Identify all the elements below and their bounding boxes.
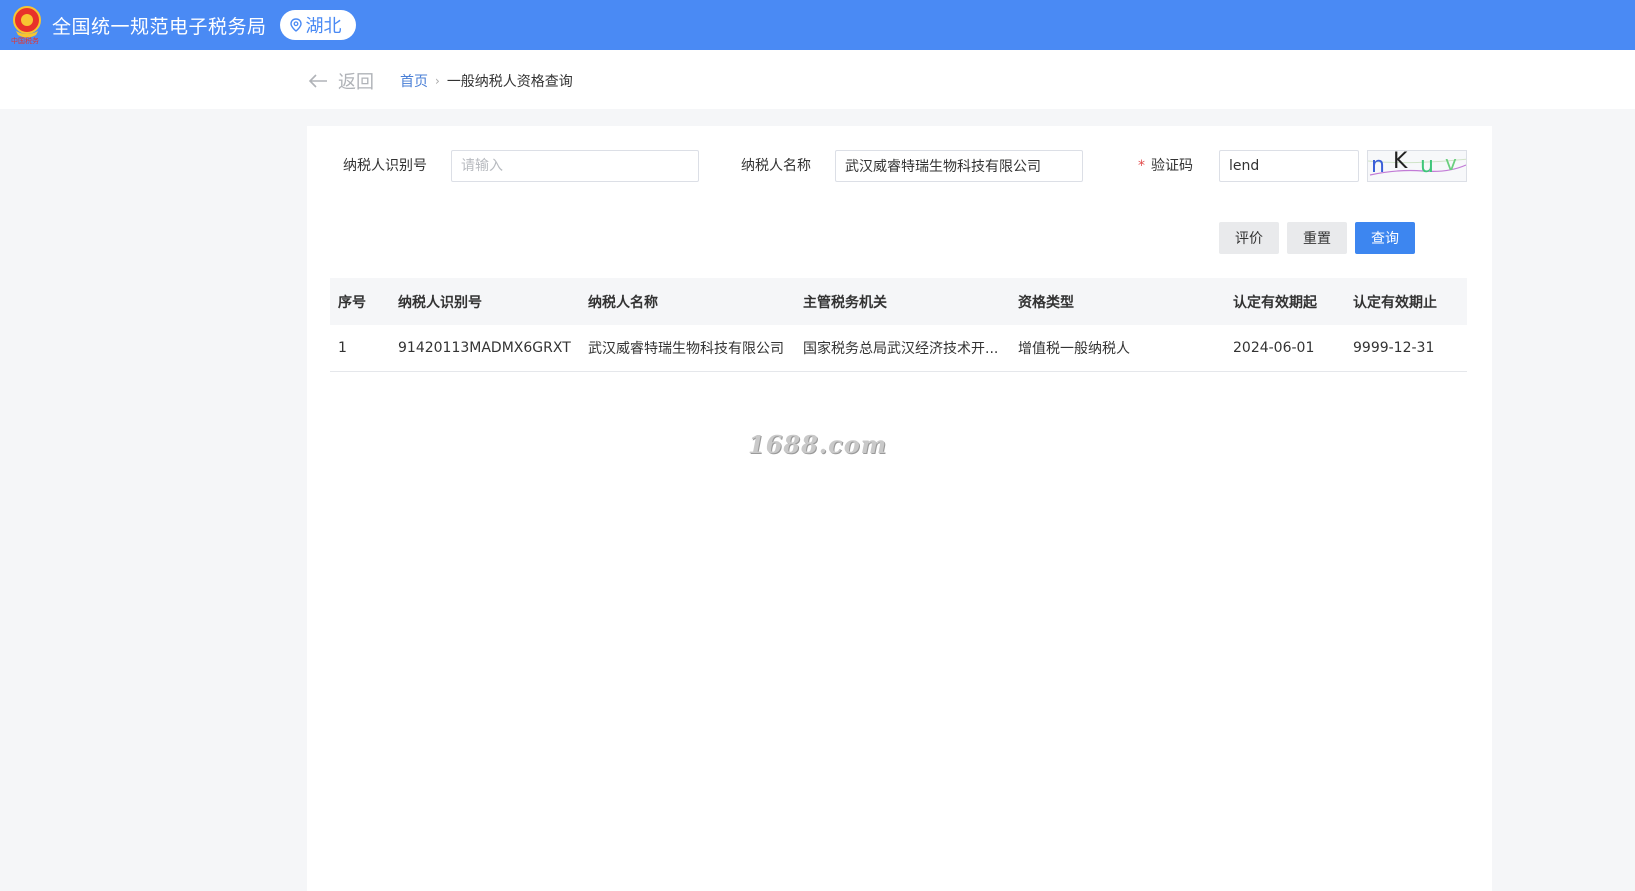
col-header-taxpayer-name: 纳税人名称	[588, 294, 658, 311]
col-header-index: 序号	[338, 294, 366, 311]
watermark-text: 1688.com	[748, 430, 888, 459]
query-card: 纳税人识别号 纳税人名称 * 验证码 n K u v 评价 重置 查询 序号 纳税…	[307, 126, 1492, 891]
captcha-image[interactable]: n K u v	[1367, 150, 1467, 182]
taxpayer-name-label: 纳税人名称	[741, 158, 811, 174]
col-header-valid-from: 认定有效期起	[1233, 294, 1317, 311]
captcha-input[interactable]	[1219, 150, 1359, 182]
results-table: 序号 纳税人识别号 纳税人名称 主管税务机关 资格类型 认定有效期起 认定有效期…	[330, 278, 1467, 372]
captcha-char-1: n	[1371, 153, 1385, 178]
arrow-left-icon	[308, 74, 327, 88]
table-header: 序号 纳税人识别号 纳税人名称 主管税务机关 资格类型 认定有效期起 认定有效期…	[330, 278, 1467, 325]
required-mark: *	[1138, 158, 1145, 174]
back-button[interactable]: 返回	[308, 68, 374, 94]
captcha-label: 验证码	[1151, 158, 1193, 174]
query-button[interactable]: 查询	[1355, 222, 1415, 254]
emblem-caption: 中国税务	[11, 37, 39, 45]
back-label: 返回	[338, 72, 374, 93]
region-label: 湖北	[305, 16, 342, 37]
cell-valid-to: 9999-12-31	[1353, 340, 1435, 356]
location-pin-icon	[289, 18, 302, 32]
captcha-label-group: * 验证码	[1138, 156, 1193, 176]
breadcrumb-home-link[interactable]: 首页	[400, 71, 428, 91]
captcha-char-2: K	[1393, 150, 1408, 174]
cell-index: 1	[338, 340, 347, 356]
tax-emblem-icon: 中国税务	[10, 5, 44, 45]
taxpayer-id-input[interactable]	[451, 150, 699, 182]
taxpayer-id-label: 纳税人识别号	[343, 158, 427, 174]
breadcrumb-separator: ›	[435, 74, 440, 88]
rate-button[interactable]: 评价	[1219, 222, 1279, 254]
col-header-taxpayer-id: 纳税人识别号	[398, 294, 482, 311]
breadcrumb-current: 一般纳税人资格查询	[446, 74, 573, 90]
col-header-tax-authority: 主管税务机关	[803, 294, 887, 311]
breadcrumb: 首页 › 一般纳税人资格查询	[400, 71, 573, 91]
cell-taxpayer-id: 91420113MADMX6GRXT	[398, 340, 571, 356]
sub-nav-bar: 返回 首页 › 一般纳税人资格查询	[0, 50, 1635, 109]
cell-tax-authority: 国家税务总局武汉经济技术开...	[803, 341, 999, 357]
taxpayer-name-input[interactable]	[835, 150, 1083, 182]
captcha-char-3: u	[1420, 153, 1434, 178]
region-selector[interactable]: 湖北	[279, 10, 356, 40]
cell-taxpayer-name: 武汉威睿特瑞生物科技有限公司	[588, 341, 784, 357]
col-header-valid-to: 认定有效期止	[1353, 294, 1437, 311]
reset-button[interactable]: 重置	[1287, 222, 1347, 254]
top-header-bar: 中国税务 全国统一规范电子税务局 湖北	[0, 0, 1635, 50]
captcha-char-4: v	[1445, 151, 1457, 175]
cell-qualification-type: 增值税一般纳税人	[1018, 341, 1130, 357]
cell-valid-from: 2024-06-01	[1233, 340, 1315, 356]
col-header-qualification-type: 资格类型	[1018, 294, 1074, 311]
site-title: 全国统一规范电子税务局	[52, 15, 267, 38]
table-row: 1 91420113MADMX6GRXT 武汉威睿特瑞生物科技有限公司 国家税务…	[330, 325, 1467, 372]
